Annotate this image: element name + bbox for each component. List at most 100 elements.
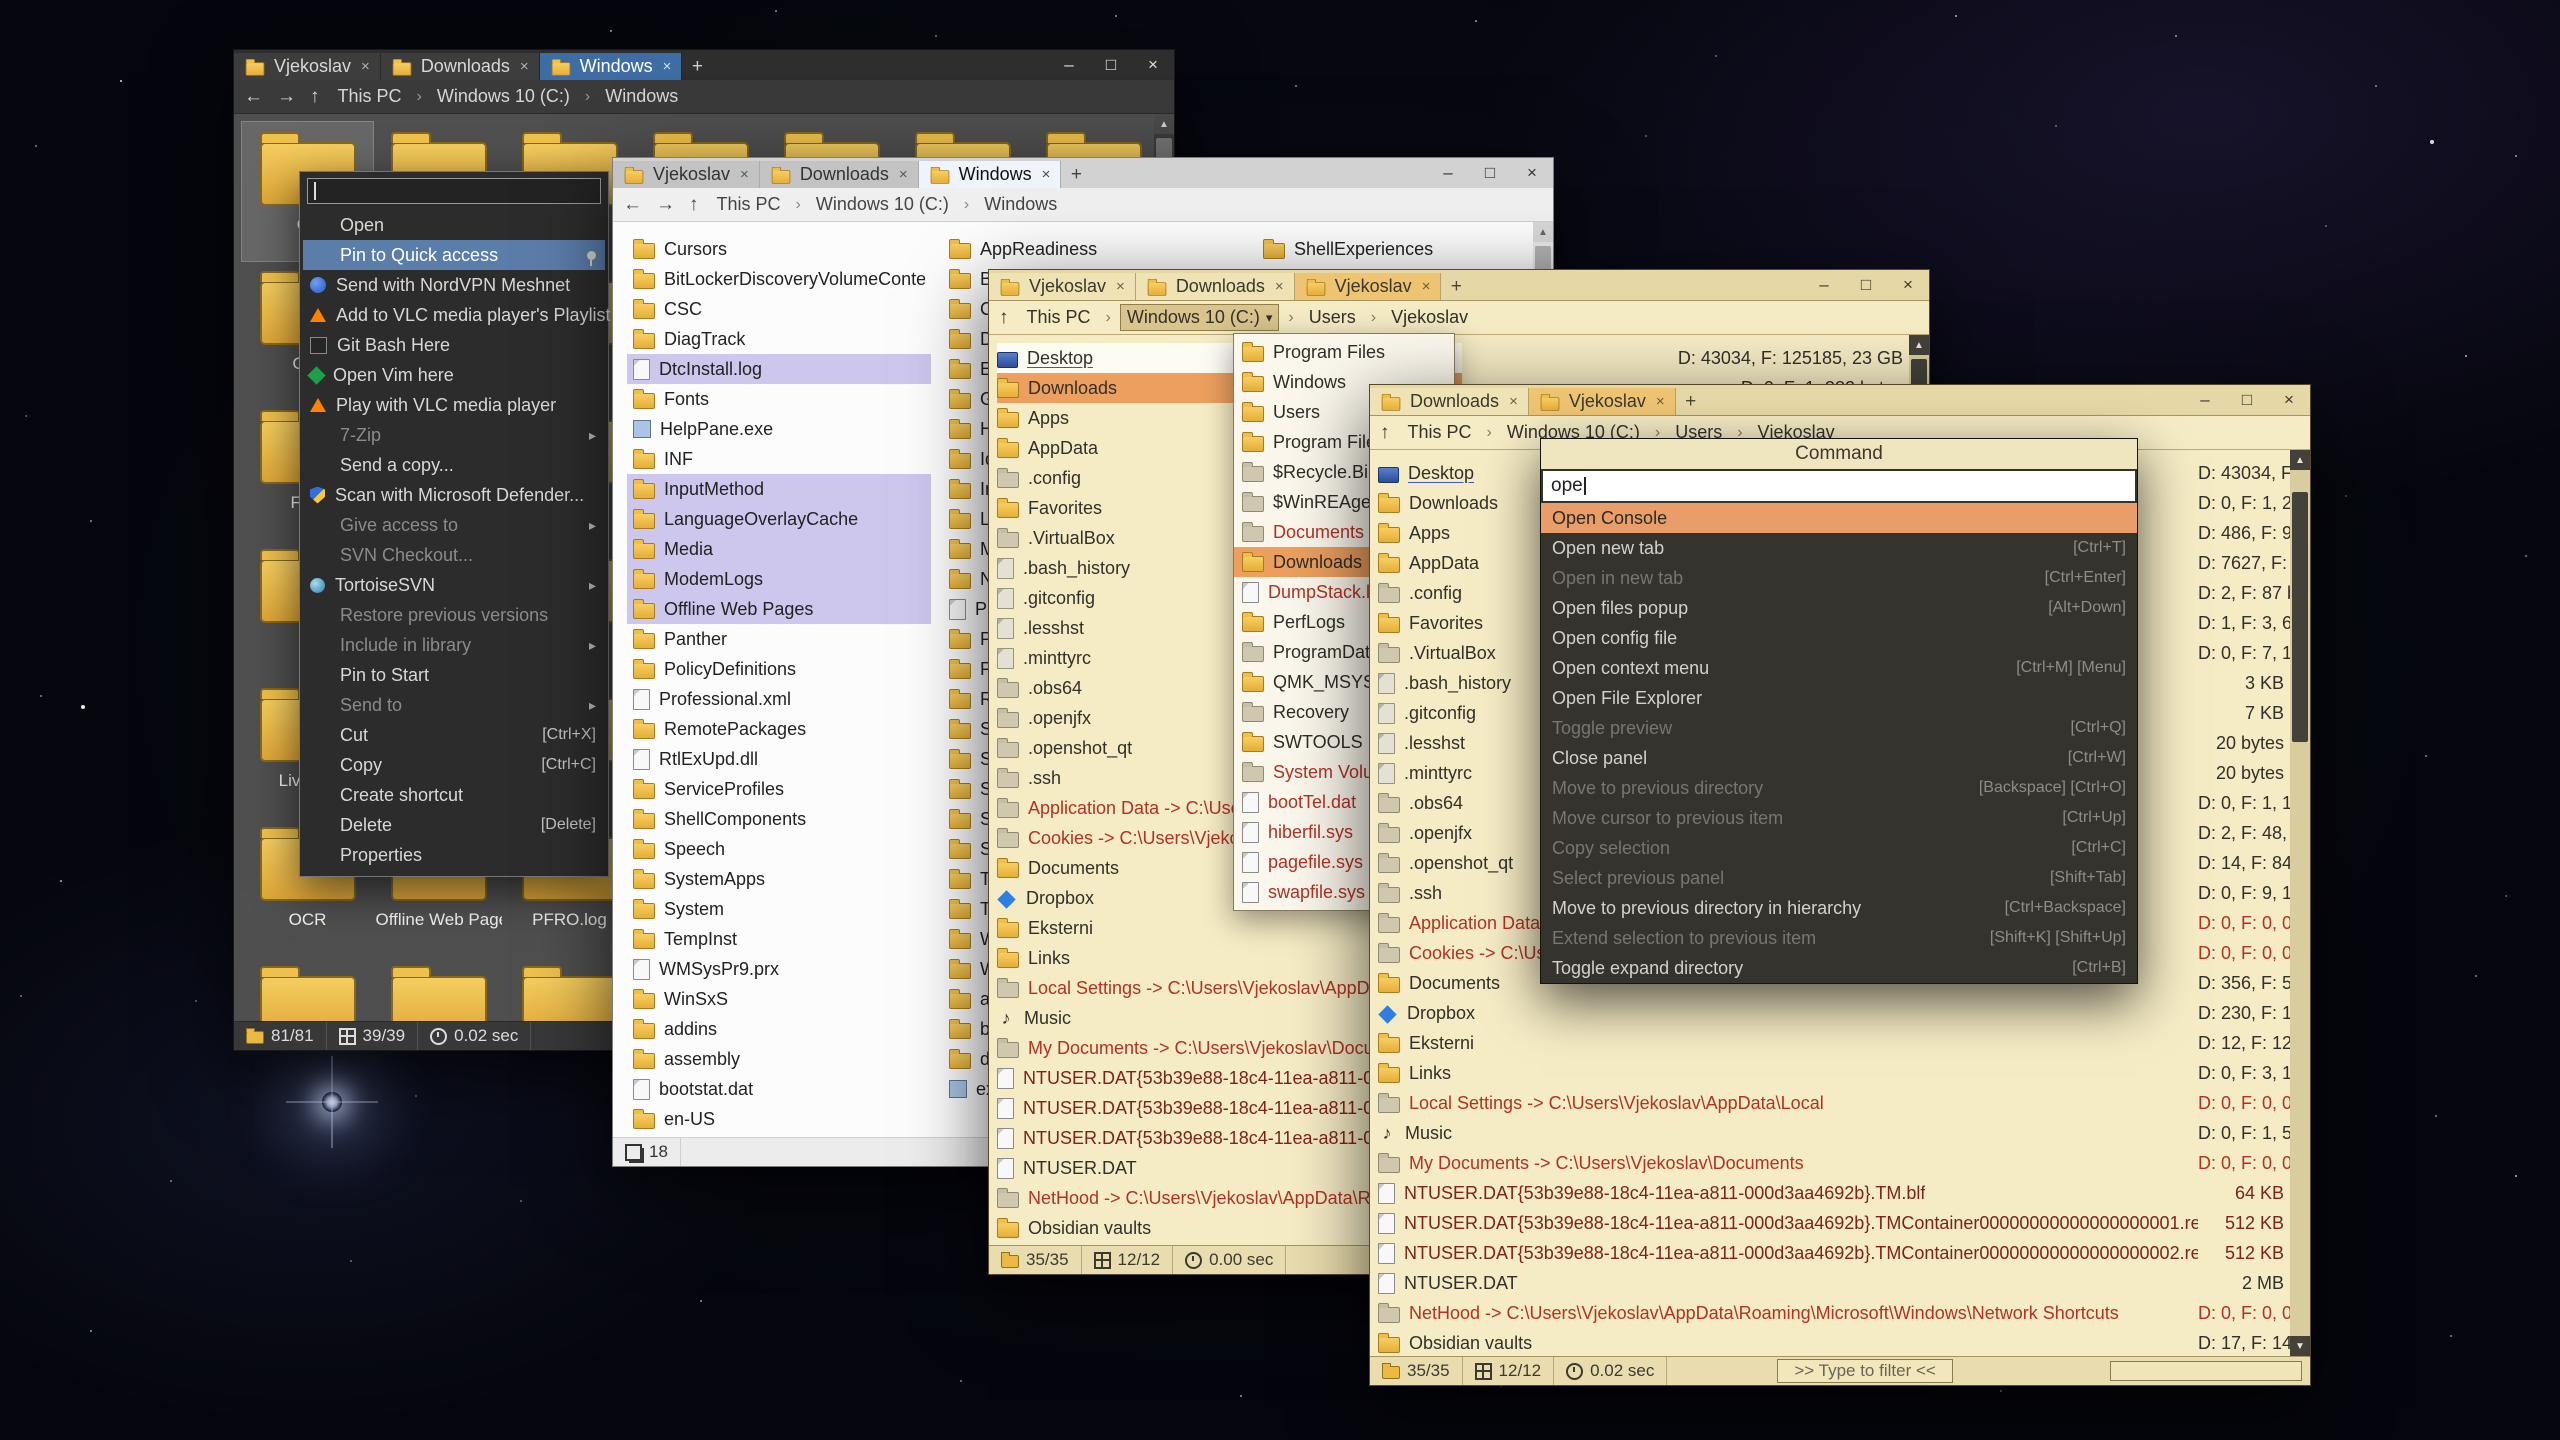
close-button[interactable]: × [2268,385,2310,415]
file-row-professional-xml[interactable]: Professional.xml [627,684,931,714]
file-row-local[interactable]: Local Settings -> C:\Users\Vjekoslav\App… [1370,1088,2310,1118]
file-row-speech[interactable]: Speech [627,834,931,864]
command-item-open-console[interactable]: Open Console [1541,503,2137,533]
file-row-wmsyspr9-prx[interactable]: WMSysPr9.prx [627,954,931,984]
scroll-up-button[interactable]: ▲ [1533,222,1553,242]
file-row-shellexperiences[interactable]: ShellExperiences [1257,234,1553,264]
tab-downloads[interactable]: Downloads× [760,161,919,188]
file-row-en-us[interactable]: en-US [627,1104,931,1134]
menu-item-git-bash-here[interactable]: Git Bash Here [303,330,605,360]
menu-item-pin-to-start[interactable]: Pin to Start [303,660,605,690]
command-item-move-cursor-to-previous-item[interactable]: Move cursor to previous item[Ctrl+Up] [1541,803,2137,833]
minimize-button[interactable]: – [1048,50,1090,80]
file-row-my[interactable]: My Documents -> C:\Users\Vjekoslav\Docum… [1370,1148,2310,1178]
minimize-button[interactable]: – [1803,270,1845,300]
tab-downloads[interactable]: Downloads× [1136,273,1295,300]
file-row-ntuser-dat[interactable]: NTUSER.DAT2 MB [1370,1268,2310,1298]
file-row-assembly[interactable]: assembly [627,1044,931,1074]
tab-close-icon[interactable]: × [1042,166,1051,183]
file-row-ntuser-dat-53b39e88-18c4-11ea-a811-000d3aa4692b-tm-blf[interactable]: NTUSER.DAT{53b39e88-18c4-11ea-a811-000d3… [1370,1178,2310,1208]
tab-close-icon[interactable]: × [1509,393,1518,410]
menu-item-scan-with-microsoft-defender[interactable]: Scan with Microsoft Defender... [303,480,605,510]
tab-downloads[interactable]: Downloads× [1370,388,1529,415]
minimize-button[interactable]: – [2184,385,2226,415]
tab-close-icon[interactable]: × [1656,393,1665,410]
breadcrumb-item-this-pc[interactable]: This PC [711,192,787,217]
scrollbar-track[interactable] [2290,470,2310,1336]
tab-close-icon[interactable]: × [1116,278,1125,295]
file-row-tempinst[interactable]: TempInst [627,924,931,954]
file-row-ntuser-dat-53b39e88-18c4-11ea-a811-000d3aa4692b-tmcontainer00000000000000000002-regtrans-ms[interactable]: NTUSER.DAT{53b39e88-18c4-11ea-a811-000d3… [1370,1238,2310,1268]
file-row-appreadiness[interactable]: AppReadiness [943,234,1247,264]
up-button[interactable]: ↑ [689,194,699,216]
menu-item-svn-checkout[interactable]: SVN Checkout... [303,540,605,570]
file-row-bootstat-dat[interactable]: bootstat.dat [627,1074,931,1104]
file-row-cursors[interactable]: Cursors [627,234,931,264]
command-item-toggle-expand-directory[interactable]: Toggle expand directory[Ctrl+B] [1541,953,2137,983]
file-row-rtlexupd-dll[interactable]: RtlExUpd.dll [627,744,931,774]
menu-item-send-to[interactable]: Send to▸ [303,690,605,720]
breadcrumb-item-this-pc[interactable]: This PC [1021,305,1097,330]
file-row-ntuser-dat-53b39e88-18c4-11ea-a811-000d3aa4692b-tmcontainer00000000000000000001-regtrans-ms[interactable]: NTUSER.DAT{53b39e88-18c4-11ea-a811-000d3… [1370,1208,2310,1238]
menu-item-give-access-to[interactable]: Give access to▸ [303,510,605,540]
command-item-move-to-previous-directory-in-hierarchy[interactable]: Move to previous directory in hierarchy[… [1541,893,2137,923]
close-button[interactable]: × [1511,158,1553,188]
menu-item-restore-previous-versions[interactable]: Restore previous versions [303,600,605,630]
command-palette-input[interactable]: ope [1543,471,2135,501]
menu-item-cut[interactable]: Cut[Ctrl+X] [303,720,605,750]
file-row-winsxs[interactable]: WinSxS [627,984,931,1014]
scrollbar[interactable]: ▲ ▼ [2290,450,2310,1356]
file-row-dtcinstall-log[interactable]: DtcInstall.log [627,354,931,384]
file-row-bitlockerdiscoveryvolumecontents[interactable]: BitLockerDiscoveryVolumeContents [627,264,931,294]
breadcrumb-item-windows-10-c[interactable]: Windows 10 (C:) [810,192,955,217]
fwd-button[interactable]: → [277,86,296,108]
tab-close-icon[interactable]: × [1422,278,1431,295]
file-row-music[interactable]: ♪MusicD: 0, F: 1, 504 bytes [1370,1118,2310,1148]
tab-close-icon[interactable]: × [1275,278,1284,295]
menu-item-play-with-vlc-media-player[interactable]: Play with VLC media player [303,390,605,420]
command-item-open-file-explorer[interactable]: Open File Explorer [1541,683,2137,713]
breadcrumb-item-this-pc[interactable]: This PC [1402,420,1478,445]
menu-item-include-in-library[interactable]: Include in library▸ [303,630,605,660]
command-item-open-in-new-tab[interactable]: Open in new tab[Ctrl+Enter] [1541,563,2137,593]
file-row-desktop[interactable]: DesktopD: 43034, F: 125185, 23 GB [989,343,1929,373]
maximize-button[interactable]: □ [1090,50,1132,80]
breadcrumb-item-windows[interactable]: Windows [599,84,684,109]
file-row-addins[interactable]: addins [627,1014,931,1044]
breadcrumb-item-vjekoslav[interactable]: Vjekoslav [1385,305,1474,330]
minimize-button[interactable]: – [1427,158,1469,188]
tab-close-icon[interactable]: × [520,58,529,75]
breadcrumb-item-windows-10-c[interactable]: Windows 10 (C:)▾ [1120,304,1280,331]
file-row-diagtrack[interactable]: DiagTrack [627,324,931,354]
menu-item-delete[interactable]: Delete[Delete] [303,810,605,840]
tab-vjekoslav[interactable]: Vjekoslav× [234,53,381,80]
breadcrumb-item-users[interactable]: Users [1303,305,1362,330]
maximize-button[interactable]: □ [1469,158,1511,188]
scroll-up-button[interactable]: ▲ [2290,450,2310,470]
up-button[interactable]: ↑ [310,86,320,108]
menu-item-open-vim-here[interactable]: Open Vim here [303,360,605,390]
file-row-csc[interactable]: CSC [627,294,931,324]
command-item-copy-selection[interactable]: Copy selection[Ctrl+C] [1541,833,2137,863]
menu-item-create-shortcut[interactable]: Create shortcut [303,780,605,810]
menu-item-add-to-vlc-media-player-s-playlist[interactable]: Add to VLC media player's Playlist [303,300,605,330]
tab-downloads[interactable]: Downloads× [381,53,540,80]
menu-item-properties[interactable]: Properties [303,840,605,870]
tab-windows[interactable]: Windows× [919,161,1062,188]
close-button[interactable]: × [1132,50,1174,80]
scroll-up-button[interactable]: ▲ [1909,335,1929,355]
folder-cell[interactable] [373,956,504,1021]
tab-vjekoslav[interactable]: Vjekoslav× [613,161,760,188]
new-tab-button[interactable]: + [682,53,712,80]
file-row-eksterni[interactable]: EksterniD: 12, F: 127, 12 GB [1370,1028,2310,1058]
file-row-languageoverlaycache[interactable]: LanguageOverlayCache [627,504,931,534]
menu-search-box[interactable] [307,178,601,204]
menu-item-send-a-copy[interactable]: Send a copy... [303,450,605,480]
tab-close-icon[interactable]: × [663,58,672,75]
command-item-open-config-file[interactable]: Open config file [1541,623,2137,653]
file-row-inputmethod[interactable]: InputMethod [627,474,931,504]
dropdown-item-program-files[interactable]: Program Files [1234,337,1454,367]
file-row-system[interactable]: System [627,894,931,924]
file-row-inf[interactable]: INF [627,444,931,474]
menu-item-tortoisesvn[interactable]: TortoiseSVN▸ [303,570,605,600]
